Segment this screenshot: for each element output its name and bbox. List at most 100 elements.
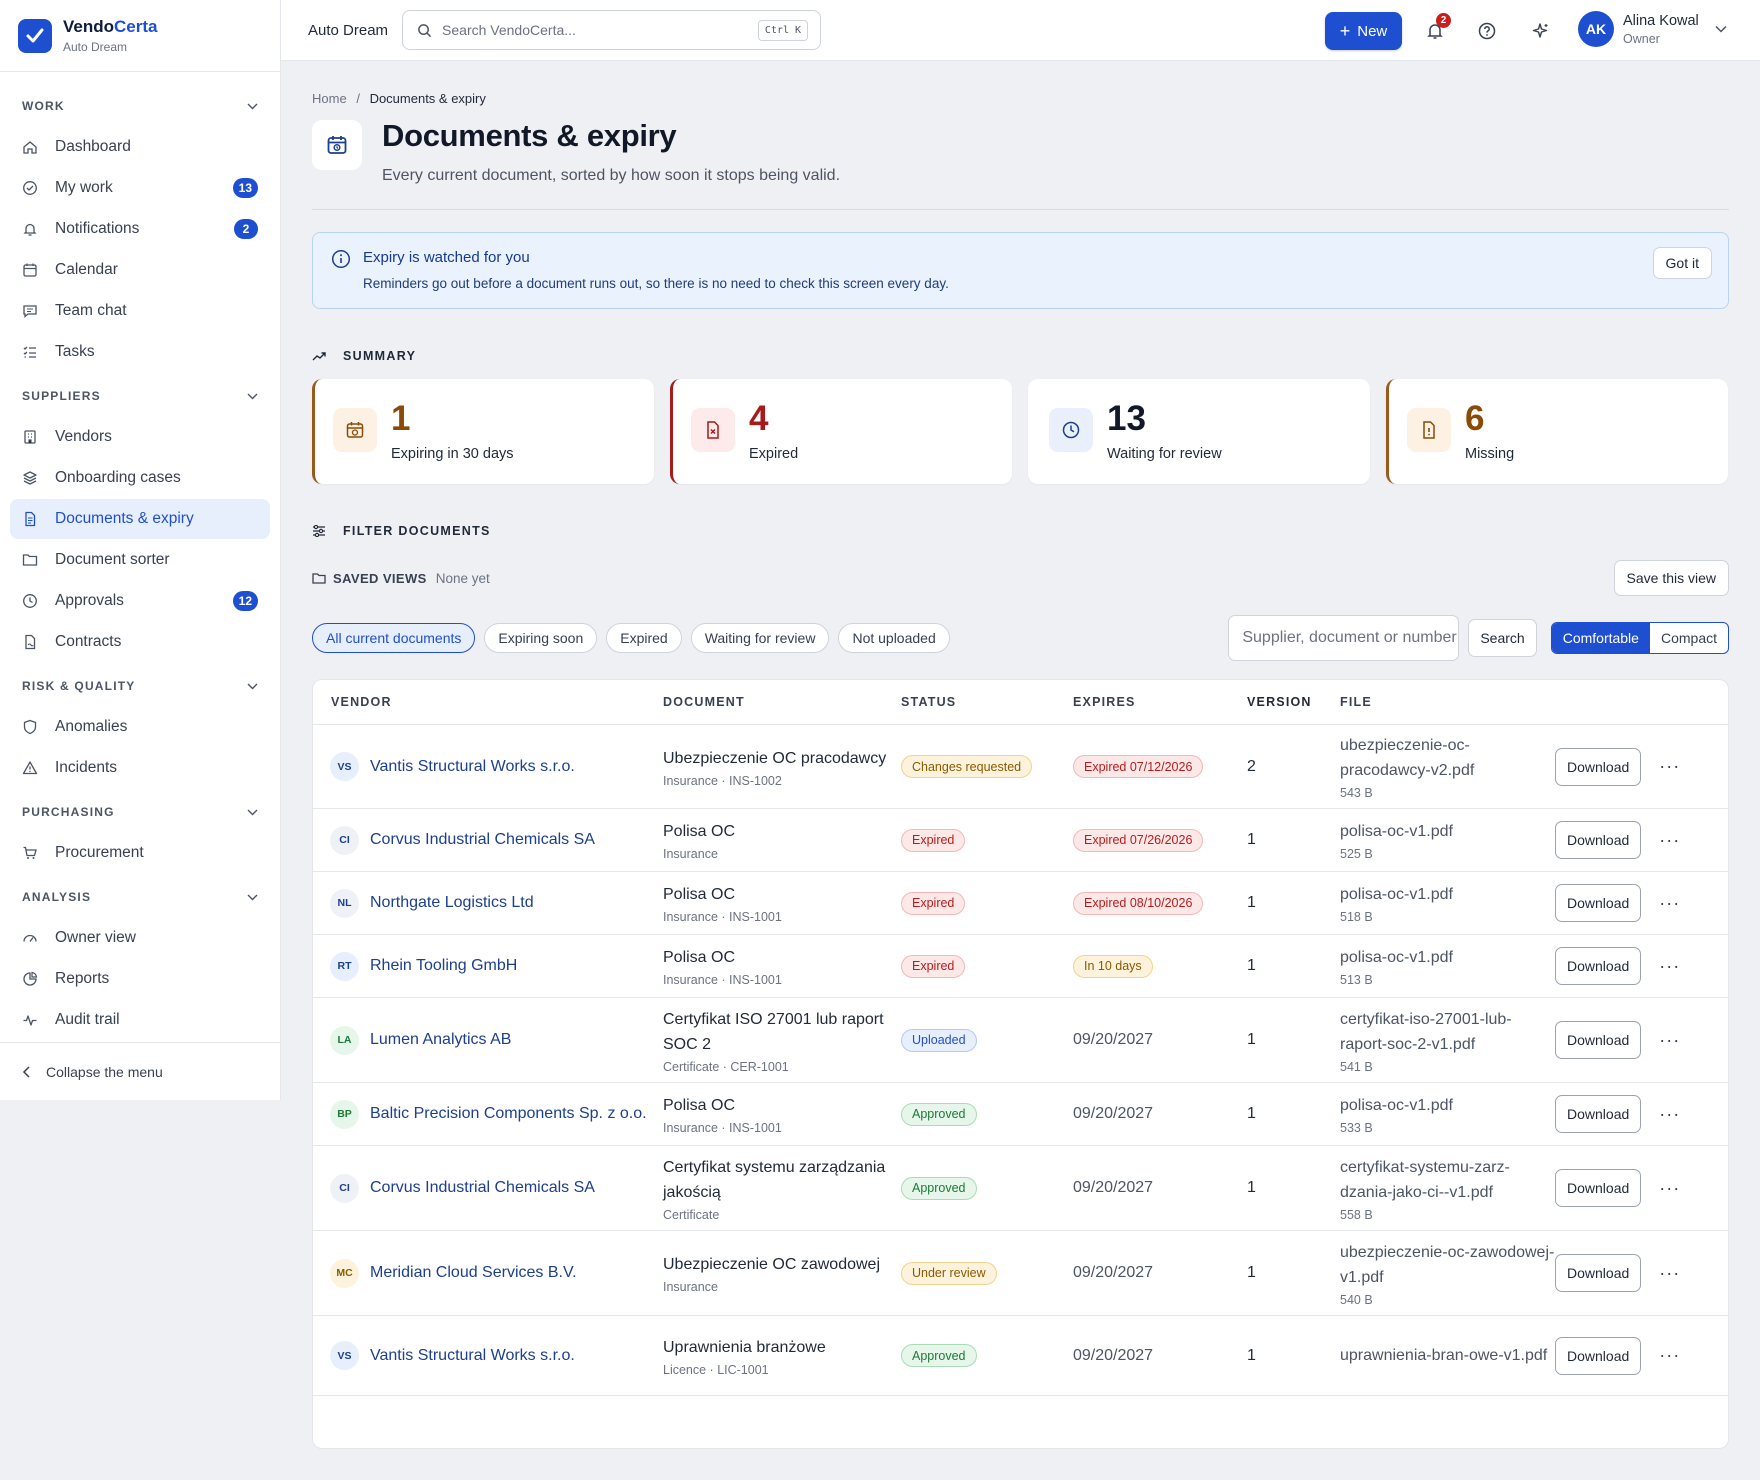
global-search-input[interactable]: Search VendoCerta... Ctrl K [402, 10, 822, 50]
document-search-input[interactable]: Supplier, document or number [1228, 615, 1460, 661]
vendor-link[interactable]: Corvus Industrial Chemicals SA [370, 831, 595, 849]
sidebar-item-approvals[interactable]: Approvals 12 [10, 581, 270, 621]
more-actions-icon[interactable]: ··· [1659, 1104, 1680, 1125]
sidebar-item-team-chat[interactable]: Team chat [10, 291, 270, 331]
column-file[interactable]: FILE [1340, 695, 1555, 709]
table-row[interactable]: VS Vantis Structural Works s.r.o. Ubezpiec… [313, 725, 1728, 809]
sidebar-section-title: ANALYSIS [22, 890, 92, 904]
home-icon [22, 139, 38, 155]
table-row[interactable]: LA Lumen Analytics AB Certyfikat ISO 27001… [313, 998, 1728, 1083]
sidebar-item-reports[interactable]: Reports [10, 959, 270, 999]
building-icon [22, 429, 38, 445]
table-row[interactable]: NL Northgate Logistics Ltd Polisa OC Insura… [313, 872, 1728, 935]
download-button[interactable]: Download [1555, 1021, 1642, 1059]
download-button[interactable]: Download [1555, 821, 1642, 859]
sidebar-section-suppliers[interactable]: SUPPLIERS [10, 376, 270, 416]
summary-card-waiting-for-review[interactable]: 13 Waiting for review [1028, 379, 1370, 484]
table-row[interactable]: CI Corvus Industrial Chemicals SA Polisa O… [313, 809, 1728, 872]
column-expires[interactable]: EXPIRES [1073, 695, 1245, 709]
help-button[interactable] [1475, 19, 1499, 43]
more-actions-icon[interactable]: ··· [1659, 956, 1680, 977]
breadcrumb-home[interactable]: Home [312, 91, 347, 106]
download-button[interactable]: Download [1555, 1169, 1642, 1207]
sidebar-item-dashboard[interactable]: Dashboard [10, 127, 270, 167]
sidebar-item-calendar[interactable]: Calendar [10, 250, 270, 290]
vendor-link[interactable]: Baltic Precision Components Sp. z o.o. [370, 1105, 647, 1123]
table-row[interactable]: CI Corvus Industrial Chemicals SA Certyfik… [313, 1146, 1728, 1231]
collapse-menu-button[interactable]: Collapse the menu [0, 1042, 280, 1100]
filter-chip-all-current-documents[interactable]: All current documents [312, 623, 476, 653]
filter-chip-not-uploaded[interactable]: Not uploaded [838, 623, 950, 653]
sidebar-item-onboarding-cases[interactable]: Onboarding cases [10, 458, 270, 498]
sidebar-item-procurement[interactable]: Procurement [10, 833, 270, 873]
download-button[interactable]: Download [1555, 884, 1642, 922]
column-status[interactable]: STATUS [901, 695, 1073, 709]
assistant-button[interactable] [1529, 19, 1553, 43]
vendor-link[interactable]: Vantis Structural Works s.r.o. [370, 758, 575, 776]
sidebar-item-document-sorter[interactable]: Document sorter [10, 540, 270, 580]
sidebar-item-notifications[interactable]: Notifications 2 [10, 209, 270, 249]
sidebar-item-documents-expiry[interactable]: Documents & expiry [10, 499, 270, 539]
new-button[interactable]: + New [1325, 12, 1402, 50]
sidebar-item-my-work[interactable]: My work 13 [10, 168, 270, 208]
file-size: 541 B [1340, 1059, 1373, 1074]
summary-card-missing[interactable]: 6 Missing [1386, 379, 1728, 484]
vendor-link[interactable]: Northgate Logistics Ltd [370, 894, 534, 912]
more-actions-icon[interactable]: ··· [1659, 1030, 1680, 1051]
sidebar-section-analysis[interactable]: ANALYSIS [10, 877, 270, 917]
version-number: 1 [1247, 1031, 1256, 1048]
download-button[interactable]: Download [1555, 1336, 1642, 1375]
user-menu[interactable]: AK Alina Kowal Owner [1578, 11, 1727, 47]
column-document[interactable]: DOCUMENT [663, 695, 901, 709]
file-name: ubezpieczenie-oc-zawodowej-v1.pdf [1340, 1243, 1555, 1286]
sidebar-section-work[interactable]: WORK [10, 86, 270, 126]
brand[interactable]: VendoCerta Auto Dream [0, 0, 280, 72]
sidebar-item-incidents[interactable]: Incidents [10, 748, 270, 788]
download-button[interactable]: Download [1555, 1254, 1642, 1292]
org-switcher[interactable]: Auto Dream [308, 22, 388, 39]
table-row[interactable]: VS Vantis Structural Works s.r.o. Uprawnie… [313, 1316, 1728, 1396]
column-version[interactable]: VERSION [1245, 695, 1340, 709]
filter-chip-waiting-for-review[interactable]: Waiting for review [690, 623, 830, 653]
sidebar-item-owner-view[interactable]: Owner view [10, 918, 270, 958]
filter-chip-expired[interactable]: Expired [606, 623, 682, 653]
density-compact[interactable]: Compact [1650, 623, 1728, 653]
sidebar-item-tasks[interactable]: Tasks [10, 332, 270, 372]
notifications-button[interactable]: 2 [1423, 13, 1451, 43]
summary-card-expiring-in-30-days[interactable]: 1 Expiring in 30 days [312, 379, 654, 484]
document-name: Polisa OC [663, 886, 736, 903]
sidebar-section-risk-quality[interactable]: RISK & QUALITY [10, 666, 270, 706]
expiry-date: 09/20/2027 [1073, 1346, 1154, 1364]
density-comfortable[interactable]: Comfortable [1551, 623, 1650, 653]
got-it-button[interactable]: Got it [1652, 247, 1712, 279]
column-vendor[interactable]: VENDOR [313, 695, 663, 709]
sidebar-item-contracts[interactable]: Contracts [10, 622, 270, 662]
summary-card-expired[interactable]: 4 Expired [670, 379, 1012, 484]
sidebar-section-purchasing[interactable]: PURCHASING [10, 792, 270, 832]
more-actions-icon[interactable]: ··· [1659, 756, 1680, 777]
more-actions-icon[interactable]: ··· [1659, 1263, 1680, 1284]
collapse-menu-label: Collapse the menu [46, 1063, 163, 1080]
vendor-link[interactable]: Rhein Tooling GmbH [370, 957, 517, 975]
vendor-link[interactable]: Meridian Cloud Services B.V. [370, 1264, 577, 1282]
more-actions-icon[interactable]: ··· [1659, 1345, 1680, 1366]
filter-chip-expiring-soon[interactable]: Expiring soon [484, 623, 598, 653]
vendor-link[interactable]: Corvus Industrial Chemicals SA [370, 1179, 595, 1197]
download-button[interactable]: Download [1555, 947, 1642, 985]
more-actions-icon[interactable]: ··· [1659, 830, 1680, 851]
more-actions-icon[interactable]: ··· [1659, 893, 1680, 914]
download-button[interactable]: Download [1555, 747, 1642, 786]
more-actions-icon[interactable]: ··· [1659, 1178, 1680, 1199]
sidebar-item-audit-trail[interactable]: Audit trail [10, 1000, 270, 1040]
save-view-button[interactable]: Save this view [1613, 560, 1729, 596]
table-row[interactable]: MC Meridian Cloud Services B.V. Ubezpiecze… [313, 1231, 1728, 1316]
table-row[interactable]: RT Rhein Tooling GmbH Polisa OC Insurance ·… [313, 935, 1728, 998]
table-row[interactable]: BP Baltic Precision Components Sp. z o.o.… [313, 1083, 1728, 1146]
search-button[interactable]: Search [1468, 619, 1537, 657]
vendor-link[interactable]: Lumen Analytics AB [370, 1031, 511, 1049]
sidebar-item-anomalies[interactable]: Anomalies [10, 707, 270, 747]
vendor-link[interactable]: Vantis Structural Works s.r.o. [370, 1347, 575, 1365]
download-button[interactable]: Download [1555, 1095, 1642, 1133]
vendor-avatar: NL [330, 888, 359, 918]
sidebar-item-vendors[interactable]: Vendors [10, 417, 270, 457]
